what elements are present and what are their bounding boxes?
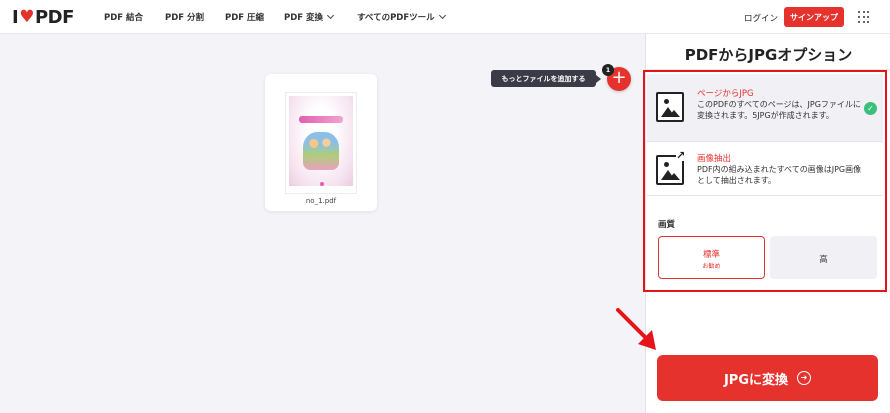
logo-letter: I	[12, 6, 19, 28]
sidebar-title: PDFからJPGオプション	[684, 46, 853, 64]
nav-split-pdf[interactable]: PDF 分割	[165, 11, 204, 23]
chevron-down-icon	[327, 11, 335, 20]
file-card[interactable]: no_1.pdf	[265, 74, 377, 211]
login-link[interactable]: ログイン	[744, 12, 778, 24]
nav-compress-pdf[interactable]: PDF 圧縮	[225, 11, 264, 23]
ilovepdf-logo[interactable]: I ♥ PDF	[12, 6, 74, 28]
nav-convert-label: PDF 変換	[284, 13, 324, 23]
signup-button[interactable]: サインアップ	[784, 7, 844, 27]
logo-text: PDF	[34, 6, 74, 28]
nav-all-tools-label: すべてのPDFツール	[357, 13, 435, 23]
nav-all-tools[interactable]: すべてのPDFツール	[357, 11, 446, 23]
file-name: no_1.pdf	[305, 197, 337, 205]
heart-icon: ♥	[19, 7, 34, 27]
file-count-badge: 1	[602, 64, 614, 76]
add-files-tooltip: もっとファイルを追加する	[491, 70, 601, 87]
top-header: I ♥ PDF PDF 結合 PDF 分割 PDF 圧縮 PDF 変換 すべての…	[0, 0, 890, 34]
convert-label: JPGに変換	[723, 372, 789, 388]
nav-convert-pdf[interactable]: PDF 変換	[284, 11, 335, 23]
pdf-thumbnail	[285, 92, 357, 194]
highlight-frame	[643, 70, 887, 292]
chevron-down-icon	[438, 11, 446, 20]
nav-merge-pdf[interactable]: PDF 結合	[104, 11, 143, 23]
thumbnail-illustration	[289, 96, 353, 186]
convert-to-jpg-button[interactable]: JPGに変換 ➜	[657, 355, 878, 401]
apps-grid-icon[interactable]	[858, 11, 870, 23]
arrow-right-circle-icon: ➜	[797, 371, 812, 385]
annotation-arrow-icon	[616, 308, 656, 350]
